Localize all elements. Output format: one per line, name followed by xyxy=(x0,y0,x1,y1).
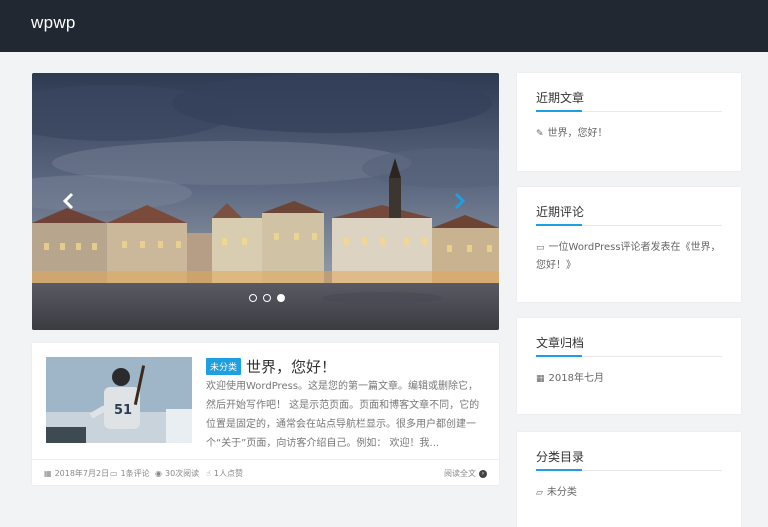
calendar-icon: ▦ xyxy=(44,469,52,478)
post-title-row: 未分类 世界，您好！ xyxy=(206,356,336,377)
calendar-icon: ▦ xyxy=(536,374,545,384)
recent-comment-item[interactable]: ▭ 一位WordPress评论者发表在《世界，您好！》 xyxy=(536,239,726,275)
read-more-text: 阅读全文 xyxy=(444,469,476,478)
thumbnail-baseball-player-image: 51 xyxy=(46,357,192,443)
widget-recent-posts: 近期文章 ✎ 世界，您好！ xyxy=(517,73,741,171)
chevron-left-icon xyxy=(62,192,74,210)
comment-icon: ▭ xyxy=(110,469,118,478)
recent-comments-list: ▭ 一位WordPress评论者发表在《世界，您好！》 xyxy=(536,239,726,275)
post-title-link[interactable]: 世界，您好！ xyxy=(246,356,336,377)
archive-item-label: 2018年七月 xyxy=(548,373,604,384)
read-more-link[interactable]: 阅读全文 › xyxy=(444,468,487,479)
slider-dot-1[interactable] xyxy=(249,294,257,302)
categories-list: ▱ 未分类 xyxy=(536,484,726,502)
post-views-text: 30次阅读 xyxy=(164,469,200,478)
widget-divider-accent xyxy=(536,110,582,112)
post-views: ◉ 30次阅读 xyxy=(155,468,199,479)
widget-divider-accent xyxy=(536,469,582,471)
widget-categories: 分类目录 ▱ 未分类 xyxy=(517,432,741,527)
svg-text:51: 51 xyxy=(114,403,132,418)
post-meta-bar: ▦ 2018年7月2日 ▭ 1条评论 ◉ 30次阅读 ☝ 1人点赞 阅读全文 › xyxy=(32,459,499,485)
widget-title-archives: 文章归档 xyxy=(536,336,585,350)
slider-next-button[interactable] xyxy=(450,188,470,214)
category-badge[interactable]: 未分类 xyxy=(206,358,242,375)
post-date: ▦ 2018年7月2日 xyxy=(44,468,109,479)
recent-posts-list: ✎ 世界，您好！ xyxy=(536,125,726,143)
category-item-label: 未分类 xyxy=(546,487,577,498)
widget-divider-accent xyxy=(536,224,582,226)
widget-divider xyxy=(536,469,722,471)
slider-dot-2[interactable] xyxy=(263,294,271,302)
post-card: 51 未分类 世界，您好！ 欢迎使用WordPress。这是您的第一篇文章。编辑… xyxy=(32,343,499,485)
comment-icon: ▭ xyxy=(536,243,545,253)
recent-post-item[interactable]: ✎ 世界，您好！ xyxy=(536,125,726,143)
post-likes[interactable]: ☝ 1人点赞 xyxy=(206,468,243,479)
site-brand-link[interactable]: wpwp xyxy=(31,13,76,33)
recent-post-item-label: 世界，您好！ xyxy=(547,128,608,139)
slider-dot-3-active[interactable] xyxy=(277,294,285,302)
folder-icon: ▱ xyxy=(536,488,543,498)
post-excerpt: 欢迎使用WordPress。这是您的第一篇文章。编辑或删除它，然后开始写作吧！ … xyxy=(206,381,480,449)
pencil-icon: ✎ xyxy=(536,129,544,139)
archives-list: ▦ 2018年七月 xyxy=(536,370,726,388)
slider-indicators xyxy=(249,294,285,302)
chevron-right-icon xyxy=(454,192,466,210)
widget-recent-comments: 近期评论 ▭ 一位WordPress评论者发表在《世界，您好！》 xyxy=(517,187,741,302)
widget-title-recent-posts: 近期文章 xyxy=(536,91,585,105)
arrow-right-circle-icon: › xyxy=(479,469,487,478)
archive-item[interactable]: ▦ 2018年七月 xyxy=(536,370,726,388)
widget-divider xyxy=(536,224,722,226)
widget-divider xyxy=(536,110,722,112)
slide-image-town-square xyxy=(32,73,499,330)
thumbs-up-icon: ☝ xyxy=(206,469,211,478)
post-comments-text: 1条评论 xyxy=(120,469,150,478)
slider-prev-button[interactable] xyxy=(58,188,78,214)
widget-title-categories: 分类目录 xyxy=(536,450,585,464)
widget-title-recent-comments: 近期评论 xyxy=(536,205,585,219)
post-comments[interactable]: ▭ 1条评论 xyxy=(110,468,150,479)
post-date-text: 2018年7月2日 xyxy=(54,469,110,478)
image-slider[interactable] xyxy=(32,73,499,330)
category-item[interactable]: ▱ 未分类 xyxy=(536,484,726,502)
eye-icon: ◉ xyxy=(155,469,162,478)
recent-comment-item-label: 一位WordPress评论者发表在《世界，您好！》 xyxy=(536,242,721,271)
widget-archives: 文章归档 ▦ 2018年七月 xyxy=(517,318,741,414)
widget-divider-accent xyxy=(536,355,582,357)
widget-divider xyxy=(536,355,722,357)
post-thumbnail[interactable]: 51 xyxy=(46,357,192,443)
site-header: wpwp xyxy=(0,0,768,52)
post-likes-text: 1人点赞 xyxy=(213,469,243,478)
